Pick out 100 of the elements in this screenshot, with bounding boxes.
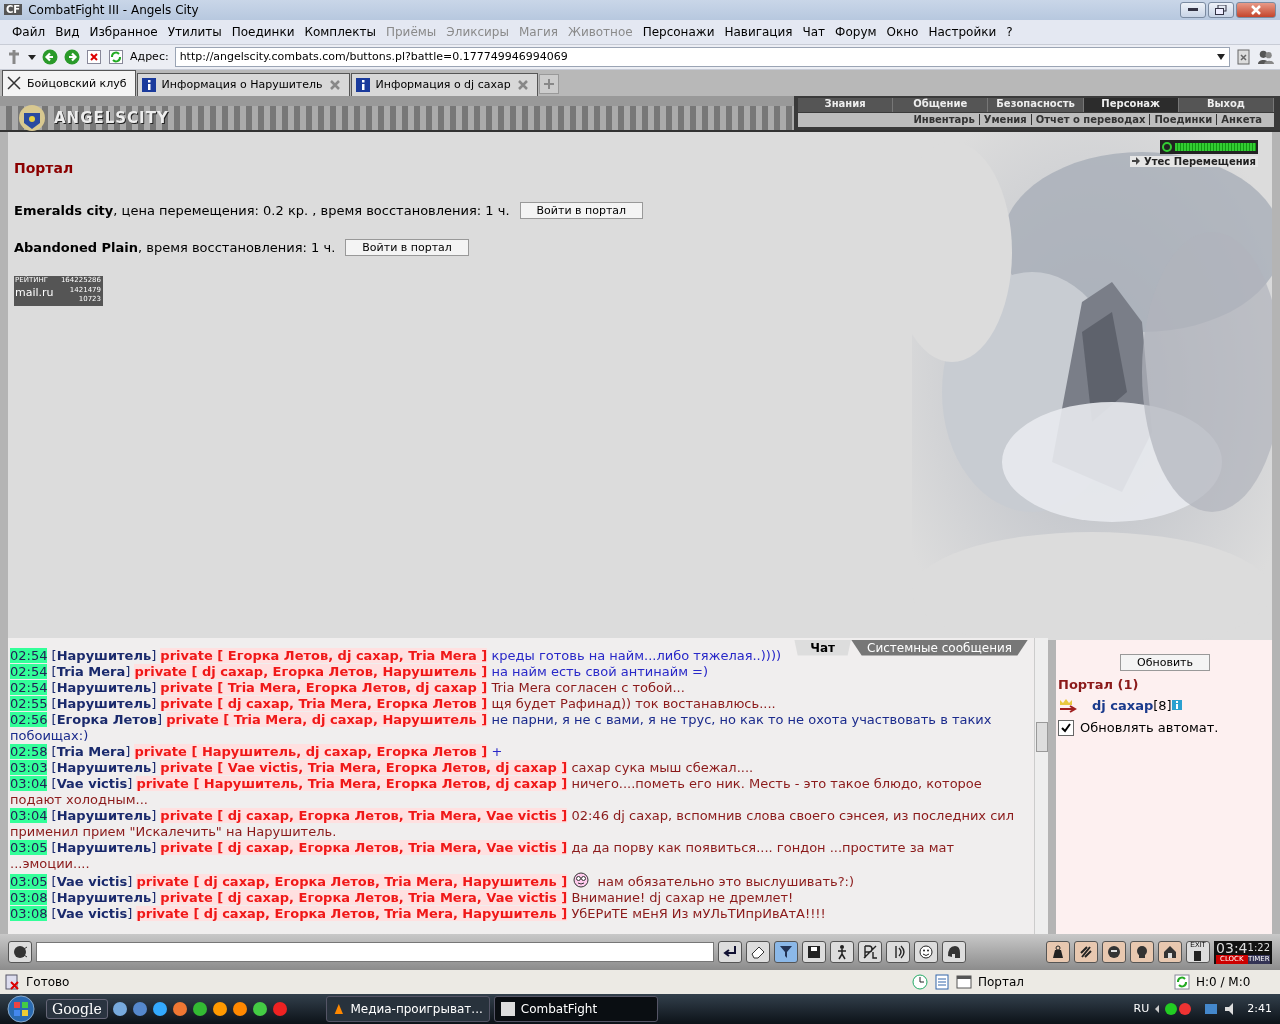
enter-portal-button[interactable]: Войти в портал xyxy=(519,201,644,219)
game-logo: ANGELSCITY xyxy=(54,108,169,127)
door-icon xyxy=(1193,950,1204,961)
dropdown-icon[interactable] xyxy=(1217,53,1225,60)
destination-text: Abandoned Plain, время восстановления: 1 ч. xyxy=(14,239,336,255)
menu-item[interactable]: Навигация xyxy=(724,24,793,39)
language-indicator[interactable]: RU xyxy=(1133,1002,1150,1016)
chat-message: 03:05 [Нарушитель] private [ dj сахар, Егорка Летов, Tria Mera, Vae victis ] да да порву как появиться.... гондон ...простите за мат ...эмоции.... xyxy=(9,839,956,872)
house-button[interactable] xyxy=(1158,941,1183,964)
close-button[interactable] xyxy=(1236,1,1276,18)
smiley-icon xyxy=(573,871,590,888)
cross-icon[interactable] xyxy=(6,48,22,65)
private-button[interactable] xyxy=(858,941,882,964)
browser-tab[interactable]: Бойцовский клуб xyxy=(2,69,136,96)
menu-item[interactable]: Избранное xyxy=(89,24,158,39)
checkbox-label: Обновлять автомат. xyxy=(1080,720,1219,736)
smiley-icon xyxy=(918,944,934,961)
close-icon xyxy=(1251,4,1261,15)
nav-tab[interactable]: Персонаж xyxy=(1083,97,1179,112)
info-icon xyxy=(355,77,370,92)
chat-input-field[interactable] xyxy=(36,942,714,963)
eraser-button[interactable] xyxy=(746,941,770,964)
chat-message: 02:54 [Нарушитель] private [ Tria Mera, Егорка Летов, dj сахар ] Tria Mera согласен с тобой... xyxy=(9,679,686,696)
tray-clock: 2:41 xyxy=(1247,1002,1272,1016)
menu-item[interactable]: Чат xyxy=(802,24,826,39)
menu-item[interactable]: Комплекты xyxy=(304,24,376,39)
plus-icon xyxy=(543,78,554,89)
subnav-link[interactable]: Умения xyxy=(978,114,1027,126)
cone-icon xyxy=(332,1002,345,1016)
figure-button[interactable] xyxy=(830,941,854,964)
subnav-link[interactable]: Отчет о переводах xyxy=(1030,114,1146,126)
scroll-button[interactable] xyxy=(1074,941,1099,964)
checkbox[interactable] xyxy=(1058,719,1074,736)
smiley-button[interactable] xyxy=(914,941,938,964)
users-icon[interactable] xyxy=(1258,48,1274,65)
menu-item[interactable]: Поединки xyxy=(231,24,295,39)
enter-portal-button[interactable]: Войти в портал xyxy=(345,238,469,256)
clock-icon xyxy=(912,974,928,991)
nav-tab[interactable]: Знания xyxy=(798,97,894,112)
nav-tab[interactable]: Выход xyxy=(1178,97,1274,112)
save-button[interactable] xyxy=(802,941,826,964)
page-error-icon xyxy=(4,974,20,991)
minimize-button[interactable] xyxy=(1180,1,1206,18)
taskbar-button[interactable]: Медиа-проигрыват... xyxy=(325,996,490,1022)
menu-item[interactable]: Утилиты xyxy=(167,24,222,39)
restore-icon xyxy=(1215,4,1227,15)
helmet-button[interactable] xyxy=(942,941,966,964)
browser-tab[interactable]: Информация о dj сахар xyxy=(350,72,538,96)
eraser-icon xyxy=(750,944,766,961)
house-icon xyxy=(1162,944,1179,961)
scrollbar[interactable] xyxy=(1034,637,1048,935)
address-label: Адрес: xyxy=(130,50,169,64)
menu-item[interactable]: Файл xyxy=(12,24,46,39)
menu-item[interactable]: Настройки xyxy=(928,24,997,39)
menu-item[interactable]: Персонажи xyxy=(642,24,715,39)
document-close-icon[interactable] xyxy=(1236,48,1252,65)
forward-icon[interactable] xyxy=(64,48,80,65)
taskbar-button[interactable]: CombatFight xyxy=(493,996,658,1022)
chat-message: 02:56 [Егорка Летов] private [ Tria Mera, dj сахар, Нарушитель ] не парни, я не с вами, я не трус, но как то не охота участвовать в таких побоищах:) xyxy=(9,711,993,744)
hp-mana-text: H:0 / M:0 xyxy=(1196,975,1252,990)
document-icon xyxy=(934,974,950,991)
private-icon xyxy=(862,944,878,961)
window-title: CombatFight III - Angels City xyxy=(28,2,200,17)
save-icon xyxy=(806,944,822,961)
nav-tab[interactable]: Общение xyxy=(893,97,989,112)
user-level: [8] xyxy=(1153,698,1172,714)
room-title: Портал (1) xyxy=(1058,676,1140,692)
user-name[interactable]: dj сахар xyxy=(1092,698,1154,714)
chat-message: 03:08 [Vae victis] private [ dj сахар, Егорка Летов, Tria Mera, Нарушитель ] УбЕРиТЕ мЕнЯ Из мУЛьТИпрИвАтА!!!! xyxy=(9,905,827,922)
restore-button[interactable] xyxy=(1208,1,1234,18)
info-icon[interactable] xyxy=(1171,700,1182,711)
minimize-icon xyxy=(1188,7,1198,12)
back-icon[interactable] xyxy=(42,48,58,65)
subnav-link[interactable]: Инвентарь xyxy=(913,114,975,126)
menu-item[interactable]: ? xyxy=(1006,24,1013,39)
enter-button[interactable] xyxy=(718,941,742,964)
menu-item[interactable]: Вид xyxy=(55,24,80,39)
chat-message: 03:04 [Vae victis] private [ Нарушитель, Tria Mera, Егорка Летов, dj сахар ] ничего....пометь его ник. Месть - это такое блюдо, которое подают холодным... xyxy=(9,775,983,808)
filter-button[interactable] xyxy=(774,941,798,964)
bag-button[interactable] xyxy=(1046,941,1071,964)
subnav-link[interactable]: Анкета xyxy=(1216,114,1262,126)
refresh-button[interactable]: Обновить xyxy=(1120,653,1210,671)
location-link[interactable]: Утес Перемещения xyxy=(1142,155,1258,167)
browser-tab[interactable]: Информация о Нарушитель xyxy=(136,72,350,96)
address-field[interactable]: http://angelscity.combats.com/buttons.pl?battle=0.177749946994069 xyxy=(174,46,1230,67)
chat-message: 02:55 [Нарушитель] private [ dj сахар, Tria Mera, Егорка Летов ] щя будет Рафинад)) ток востанавлюсь.... xyxy=(9,695,777,712)
nav-tab[interactable]: Безопасность xyxy=(988,97,1084,112)
chat-tab[interactable]: Чат xyxy=(794,639,852,656)
section-title: Портал xyxy=(14,159,75,176)
search-toolbar-button[interactable]: Google xyxy=(46,999,108,1019)
subnav-link[interactable]: Поединки xyxy=(1149,114,1213,126)
menu-item[interactable]: Окно xyxy=(886,24,919,39)
chat-message: 03:03 [Нарушитель] private [ Vae victis, Tria Mera, Егорка Летов, dj сахар ] сахар сука мыш сбежал.... xyxy=(9,759,755,776)
status-text: Готово xyxy=(26,975,71,990)
chat-tab[interactable]: Системные сообщения xyxy=(851,639,1028,656)
menu-item[interactable]: Форум xyxy=(835,24,877,39)
stop-icon[interactable] xyxy=(86,48,102,65)
destination-text: Emeralds city, цена перемещения: 0.2 кр. , время восстановления: 1 ч. xyxy=(14,202,510,218)
sound-button[interactable] xyxy=(886,941,910,964)
arrow-icon xyxy=(1132,157,1141,166)
